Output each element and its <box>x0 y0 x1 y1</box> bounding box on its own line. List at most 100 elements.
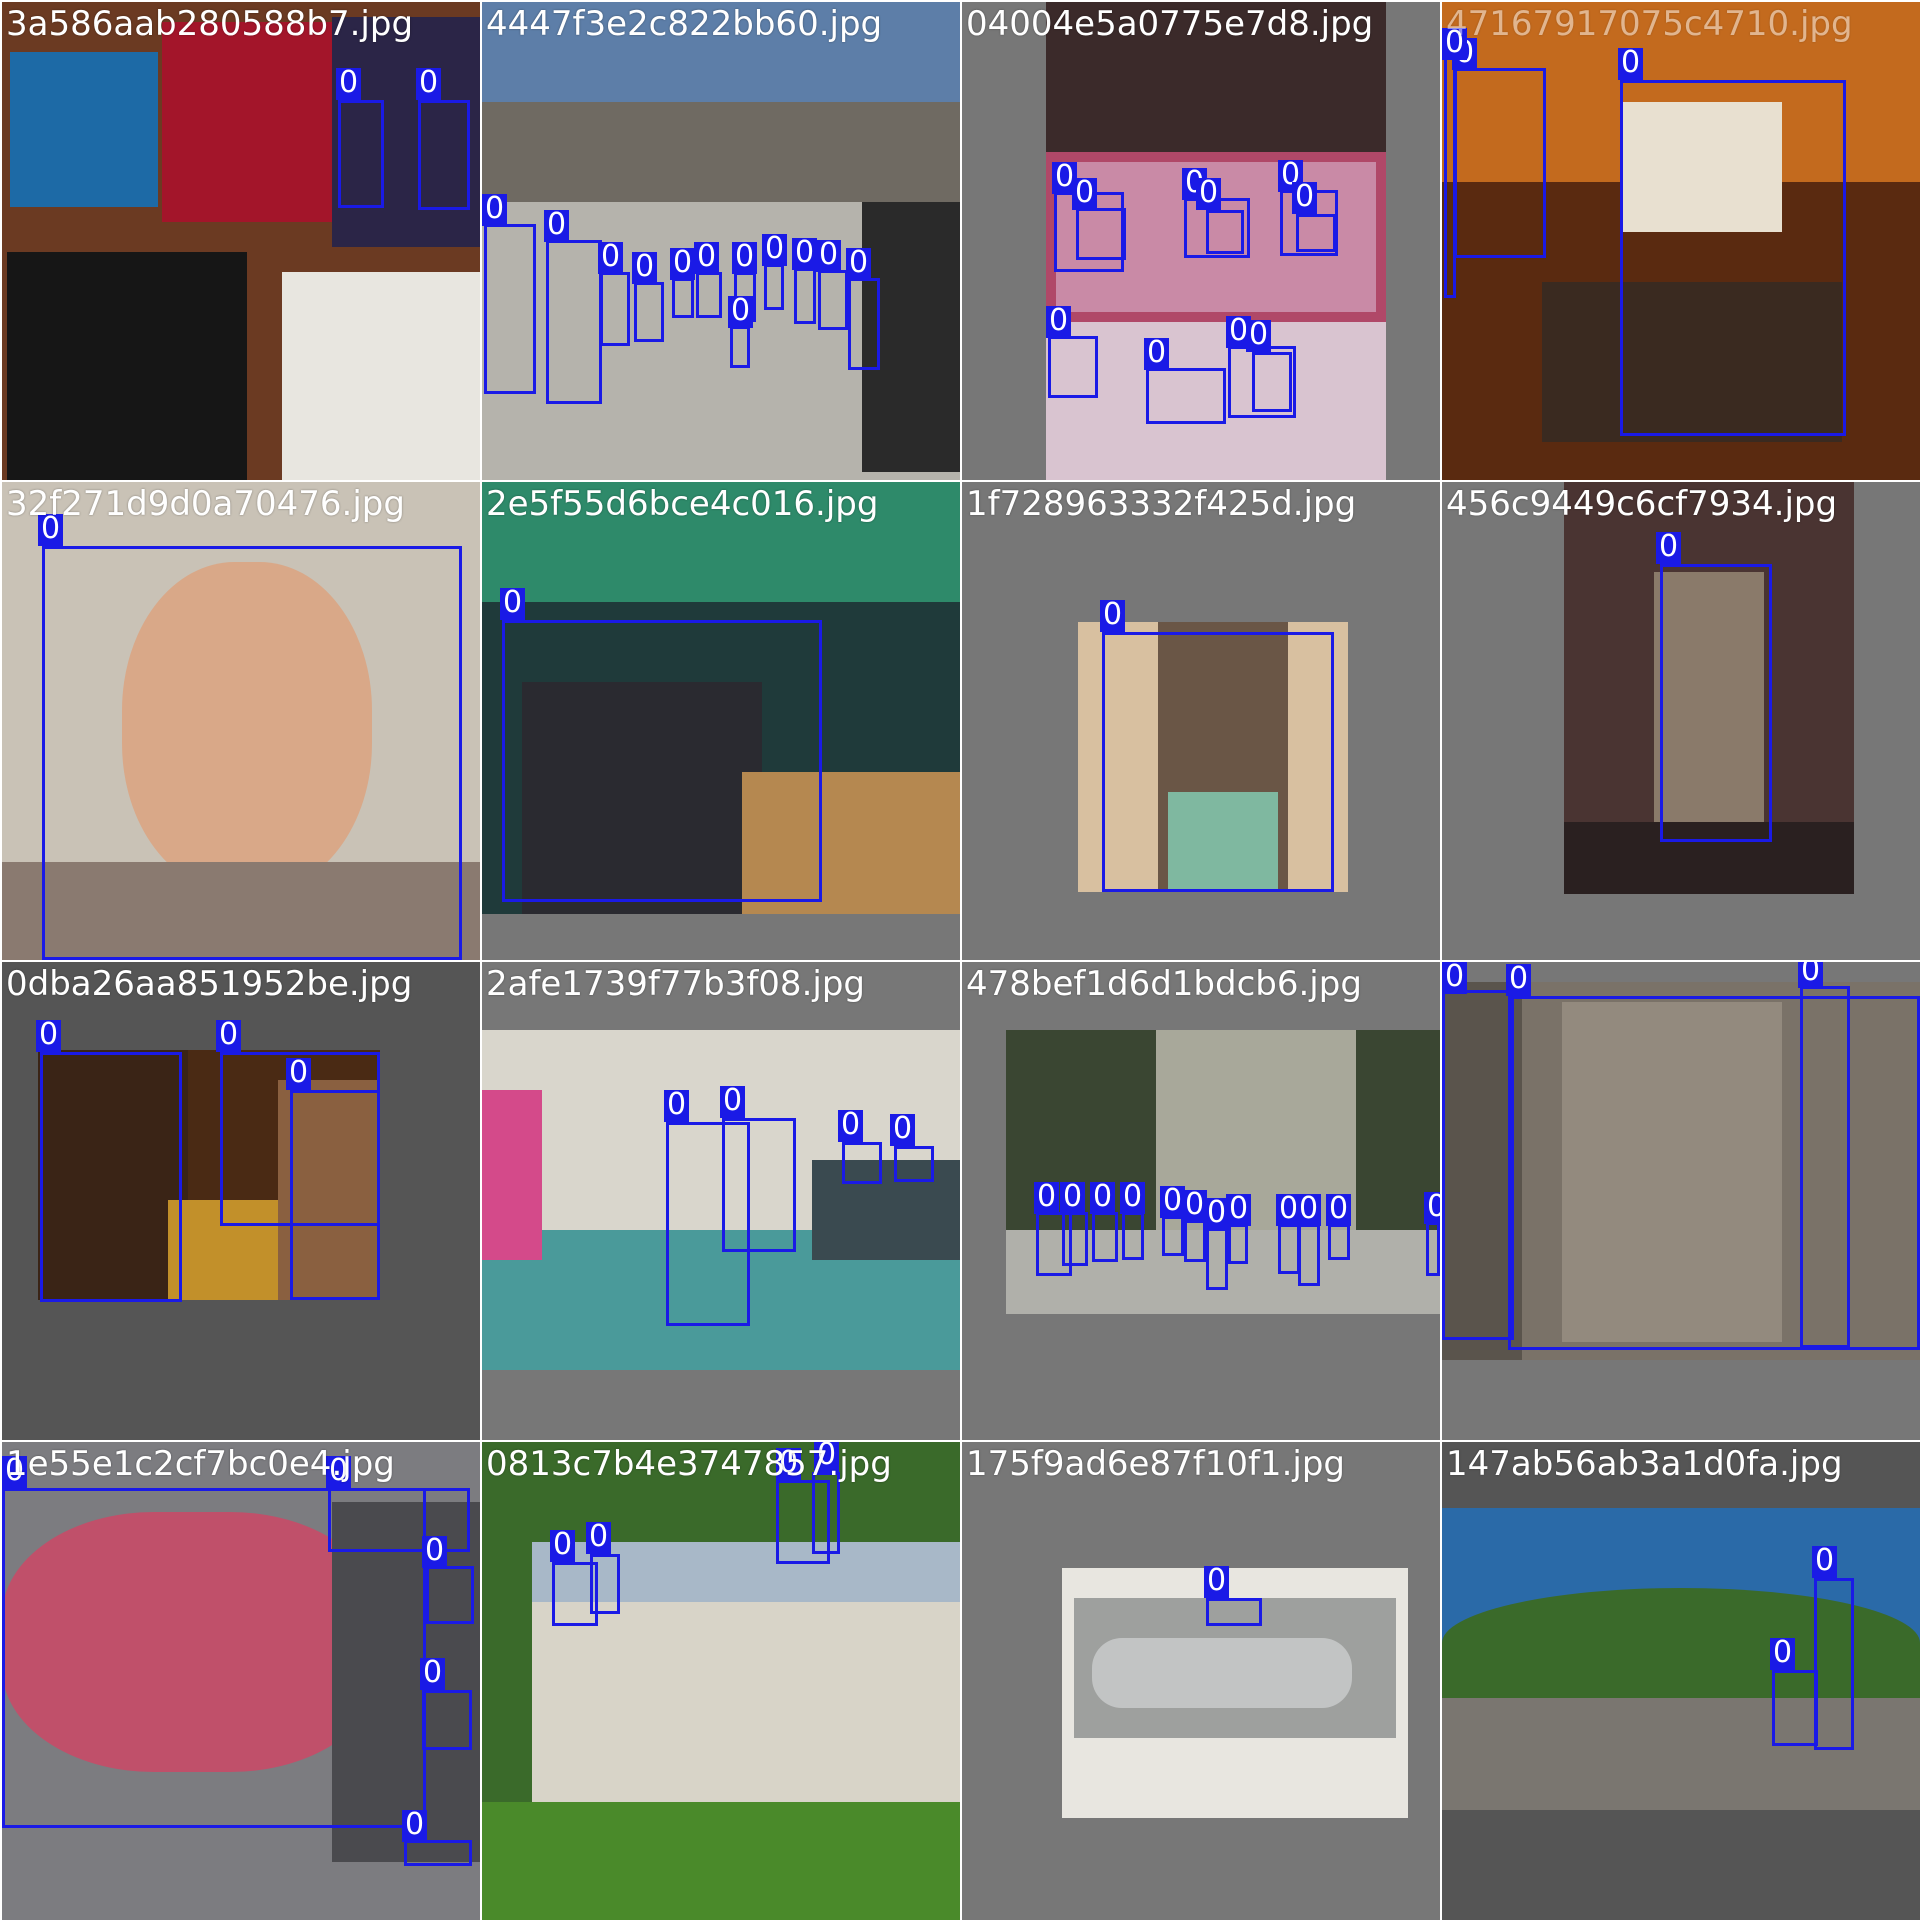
tile-face: 32f271d9d0a70476.jpg 0 <box>2 482 480 960</box>
class-label: 0 <box>694 242 720 274</box>
class-label: 0 <box>416 68 442 100</box>
bbox <box>818 270 848 330</box>
class-label: 0 <box>544 210 570 242</box>
filename-label: 47167917075c4710.jpg <box>1446 4 1853 44</box>
tile-party: 0dba26aa851952be.jpg 0 0 0 <box>2 962 480 1440</box>
bbox <box>1062 1212 1088 1266</box>
class-label: 0 <box>36 1020 62 1052</box>
class-label: 0 <box>420 1658 446 1690</box>
class-label: 0 <box>890 1114 916 1146</box>
class-label: 0 <box>216 1020 242 1052</box>
filename-label: 0813c7b4e3747857.jpg <box>486 1444 892 1484</box>
bbox <box>1076 208 1126 260</box>
bbox <box>426 1566 474 1624</box>
tile-manga: 04004e5a0775e7d8.jpg 0 0 0 0 0 0 0 0 0 0 <box>962 2 1440 480</box>
class-label: 0 <box>670 248 696 280</box>
bbox <box>696 272 722 318</box>
class-label: 0 <box>598 242 624 274</box>
class-label: 0 <box>500 588 526 620</box>
bbox <box>1454 68 1546 258</box>
tile-selfie: 1f728963332f425d.jpg 0 <box>962 482 1440 960</box>
bbox <box>546 240 602 404</box>
tile-books: 3a586aab280588b7.jpg 0 0 <box>2 2 480 480</box>
filename-label: 2e5f55d6bce4c016.jpg <box>486 484 879 524</box>
filename-label: 478bef1d6d1bdcb6.jpg <box>966 964 1362 1004</box>
bbox <box>1442 990 1514 1340</box>
class-label: 0 <box>586 1522 612 1554</box>
tile-caves: 478bef1d6d1bdcb6.jpg 0 0 0 0 0 0 0 0 0 0… <box>962 962 1440 1440</box>
bbox <box>1184 1220 1206 1262</box>
bbox <box>672 278 694 318</box>
class-label: 0 <box>1618 48 1644 80</box>
bbox <box>1296 214 1336 252</box>
filename-label: 175f9ad6e87f10f1.jpg <box>966 1444 1345 1484</box>
bbox <box>812 1472 840 1554</box>
class-label: 0 <box>1100 600 1126 632</box>
bbox <box>1146 368 1226 424</box>
class-label: 0 <box>336 68 362 100</box>
class-label: 0 <box>482 194 508 226</box>
bbox <box>764 264 784 310</box>
class-label: 0 <box>728 296 754 328</box>
filename-label: 04004e5a0775e7d8.jpg <box>966 4 1374 44</box>
class-label: 0 <box>1326 1194 1352 1226</box>
class-label: 0 <box>1072 178 1098 210</box>
tile-relief: 0 0 0 <box>1442 962 1920 1440</box>
bbox <box>418 100 470 210</box>
filename-label: 0dba26aa851952be.jpg <box>6 964 413 1004</box>
class-label: 0 <box>1506 964 1532 996</box>
class-label: 0 <box>1046 306 1072 338</box>
bbox <box>730 326 750 368</box>
bbox <box>1620 80 1846 436</box>
bbox <box>1122 1212 1144 1260</box>
bbox <box>1228 1224 1248 1264</box>
class-label: 0 <box>792 238 818 270</box>
tile-plaza: 4447f3e2c822bb60.jpg 0 0 0 0 0 0 0 0 0 0… <box>482 2 960 480</box>
bbox <box>338 100 384 208</box>
filename-label: 2afe1739f77b3f08.jpg <box>486 964 865 1004</box>
bbox <box>894 1146 934 1182</box>
bbox <box>42 546 462 960</box>
class-label: 0 <box>632 252 658 284</box>
bbox <box>842 1142 882 1184</box>
bbox <box>1092 1212 1118 1262</box>
class-label: 0 <box>732 242 758 274</box>
bbox <box>1772 1670 1818 1746</box>
filename-label: 32f271d9d0a70476.jpg <box>6 484 405 524</box>
tile-coast: 147ab56ab3a1d0fa.jpg 0 0 <box>1442 1442 1920 1920</box>
bbox <box>1206 210 1244 254</box>
bbox <box>328 1488 470 1552</box>
bbox <box>848 278 880 370</box>
photo-house <box>482 1442 960 1920</box>
bbox <box>422 1690 472 1750</box>
filename-label: 4447f3e2c822bb60.jpg <box>486 4 883 44</box>
class-label: 0 <box>1292 182 1318 214</box>
bbox <box>290 1090 380 1300</box>
filename-label: 1e55e1c2cf7bc0e4.jpg <box>6 1444 395 1484</box>
bbox <box>600 272 630 346</box>
bbox <box>502 620 822 902</box>
bbox <box>1102 632 1334 892</box>
bbox <box>1048 336 1098 398</box>
bbox <box>722 1118 796 1252</box>
bbox <box>1660 564 1772 842</box>
class-label: 0 <box>1204 1566 1230 1598</box>
bbox <box>1800 986 1850 1348</box>
filename-label: 3a586aab280588b7.jpg <box>6 4 414 44</box>
filename-label: 147ab56ab3a1d0fa.jpg <box>1446 1444 1843 1484</box>
class-label: 0 <box>1424 1192 1440 1224</box>
filename-label: 456c9449c6cf7934.jpg <box>1446 484 1838 524</box>
filename-label: 1f728963332f425d.jpg <box>966 484 1357 524</box>
class-label: 0 <box>550 1530 576 1562</box>
tile-speaker: 2e5f55d6bce4c016.jpg 0 <box>482 482 960 960</box>
bbox <box>1206 1228 1228 1290</box>
class-label: 0 <box>1226 1194 1252 1226</box>
detection-mosaic: 3a586aab280588b7.jpg 0 0 4447f3e2c822bb6… <box>0 0 1920 1920</box>
bbox <box>484 224 536 394</box>
photo-books <box>2 2 480 480</box>
class-label: 0 <box>1120 1182 1146 1214</box>
bbox <box>794 268 816 324</box>
class-label: 0 <box>1656 532 1682 564</box>
tile-statue: 456c9449c6cf7934.jpg 0 <box>1442 482 1920 960</box>
bbox <box>1426 1222 1440 1276</box>
